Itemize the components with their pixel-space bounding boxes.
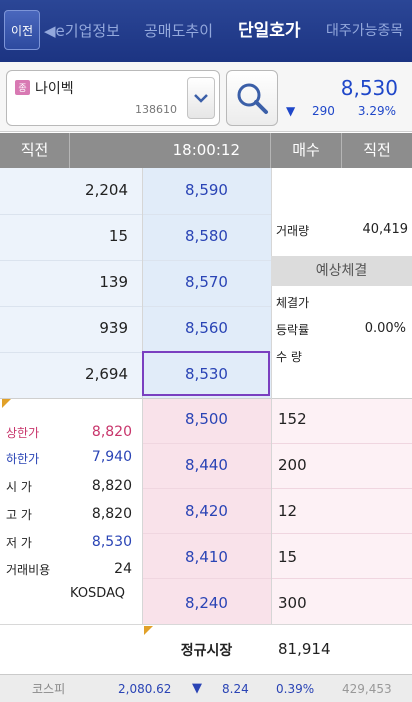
volume-label: 거래량 <box>276 224 310 238</box>
tab-lendable-stocks[interactable]: 대주가능종목 <box>326 0 403 62</box>
bid-qty-4: 15 <box>278 548 298 566</box>
ask-price-2[interactable]: 8,580 <box>142 227 271 245</box>
price-change: 290 <box>312 104 335 118</box>
corner-marker-icon <box>144 626 153 635</box>
index-volume: 429,453 <box>342 682 392 696</box>
down-arrow-icon: ▼ <box>192 681 202 696</box>
change-rate-label: 등락률 <box>276 323 310 337</box>
bid-qty-3: 12 <box>278 502 298 520</box>
search-icon <box>237 83 268 114</box>
header-time: 18:00:12 <box>70 133 271 168</box>
tab-single-quote[interactable]: 단일호가 <box>238 0 301 62</box>
bid-price-1[interactable]: 8,500 <box>142 410 271 428</box>
ask-price-5[interactable]: 8,530 <box>142 365 271 383</box>
column-divider <box>271 168 272 674</box>
bid-qty-2: 200 <box>278 456 307 474</box>
volume-ratio-value: 24 <box>114 561 132 577</box>
bid-qty-1: 152 <box>278 410 307 428</box>
price-change-rate: 3.29% <box>357 104 396 118</box>
index-value: 2,080.62 <box>118 682 172 696</box>
bid-total: 81,914 <box>278 640 331 658</box>
stock-selector[interactable]: 종 나이벡 138610 <box>6 70 220 126</box>
bid-qty-5: 300 <box>278 594 307 612</box>
ask-price-3[interactable]: 8,570 <box>142 273 271 291</box>
volume-value: 40,419 <box>362 222 409 237</box>
bid-price-2[interactable]: 8,440 <box>142 456 271 474</box>
stock-type-badge: 종 <box>15 80 30 95</box>
lower-limit-value: 7,940 <box>91 449 132 465</box>
stock-name: 나이벡 <box>35 81 74 97</box>
change-rate-value: 0.00% <box>364 321 406 336</box>
index-name: 코스피 <box>32 682 66 696</box>
header-bid: 매수 <box>271 133 342 168</box>
stock-code: 138610 <box>135 103 177 116</box>
ask-bid-divider <box>0 398 412 399</box>
chevron-down-icon <box>194 94 208 103</box>
ask-qty-3: 139 <box>99 273 128 291</box>
ask-qty-5: 2,694 <box>85 365 128 383</box>
session-label: 정규시장 <box>180 643 233 659</box>
expected-execution-header: 예상체결 <box>271 256 412 286</box>
header-prev-right: 직전 <box>363 141 391 159</box>
stock-dropdown-button[interactable] <box>187 77 215 119</box>
back-button[interactable]: 이전 <box>4 10 40 50</box>
ask-qty-2: 15 <box>108 227 128 245</box>
quantity-label: 수 량 <box>276 350 302 364</box>
row-divider <box>0 306 271 307</box>
down-arrow-icon: ▼ <box>286 104 296 118</box>
row-divider <box>0 214 271 215</box>
search-button[interactable] <box>226 70 278 126</box>
tab-short-selling[interactable]: 공매도추이 <box>144 0 213 62</box>
upper-limit-value: 8,820 <box>91 424 132 440</box>
index-change: 8.24 <box>222 682 249 696</box>
row-divider <box>142 533 412 534</box>
row-divider <box>142 443 412 444</box>
header-prev-left: 직전 <box>0 133 70 168</box>
row-divider <box>142 488 412 489</box>
row-divider <box>142 578 412 579</box>
low-value: 8,530 <box>91 534 132 550</box>
current-price: 8,530 <box>340 76 398 100</box>
bid-price-5[interactable]: 8,240 <box>142 594 271 612</box>
high-value: 8,820 <box>91 506 132 522</box>
ask-price-1[interactable]: 8,590 <box>142 181 271 199</box>
ask-price-4[interactable]: 8,560 <box>142 319 271 337</box>
open-value: 8,820 <box>91 478 132 494</box>
index-change-rate: 0.39% <box>276 682 315 696</box>
tab-company-info[interactable]: ◀e기업정보 <box>44 0 120 62</box>
ask-qty-1: 2,204 <box>85 181 128 199</box>
ask-qty-4: 939 <box>99 319 128 337</box>
row-divider <box>0 260 271 261</box>
stock-info-row: 종 나이벡 138610 8,530 ▼ 290 3.29% <box>0 62 412 132</box>
orderbook-header: 직전 18:00:12 매수 직전 <box>0 133 412 168</box>
market-label: KOSDAQ <box>70 586 125 601</box>
exec-price-label: 체결가 <box>276 296 310 310</box>
index-ticker[interactable]: 코스피 2,080.62 ▼ 8.24 0.39% 429,453 <box>0 674 412 702</box>
bid-price-4[interactable]: 8,410 <box>142 548 271 566</box>
top-tab-bar: 이전 ◀e기업정보 공매도추이 단일호가 대주가능종목 <box>0 0 412 62</box>
bid-price-3[interactable]: 8,420 <box>142 502 271 520</box>
corner-marker-icon <box>2 399 11 408</box>
